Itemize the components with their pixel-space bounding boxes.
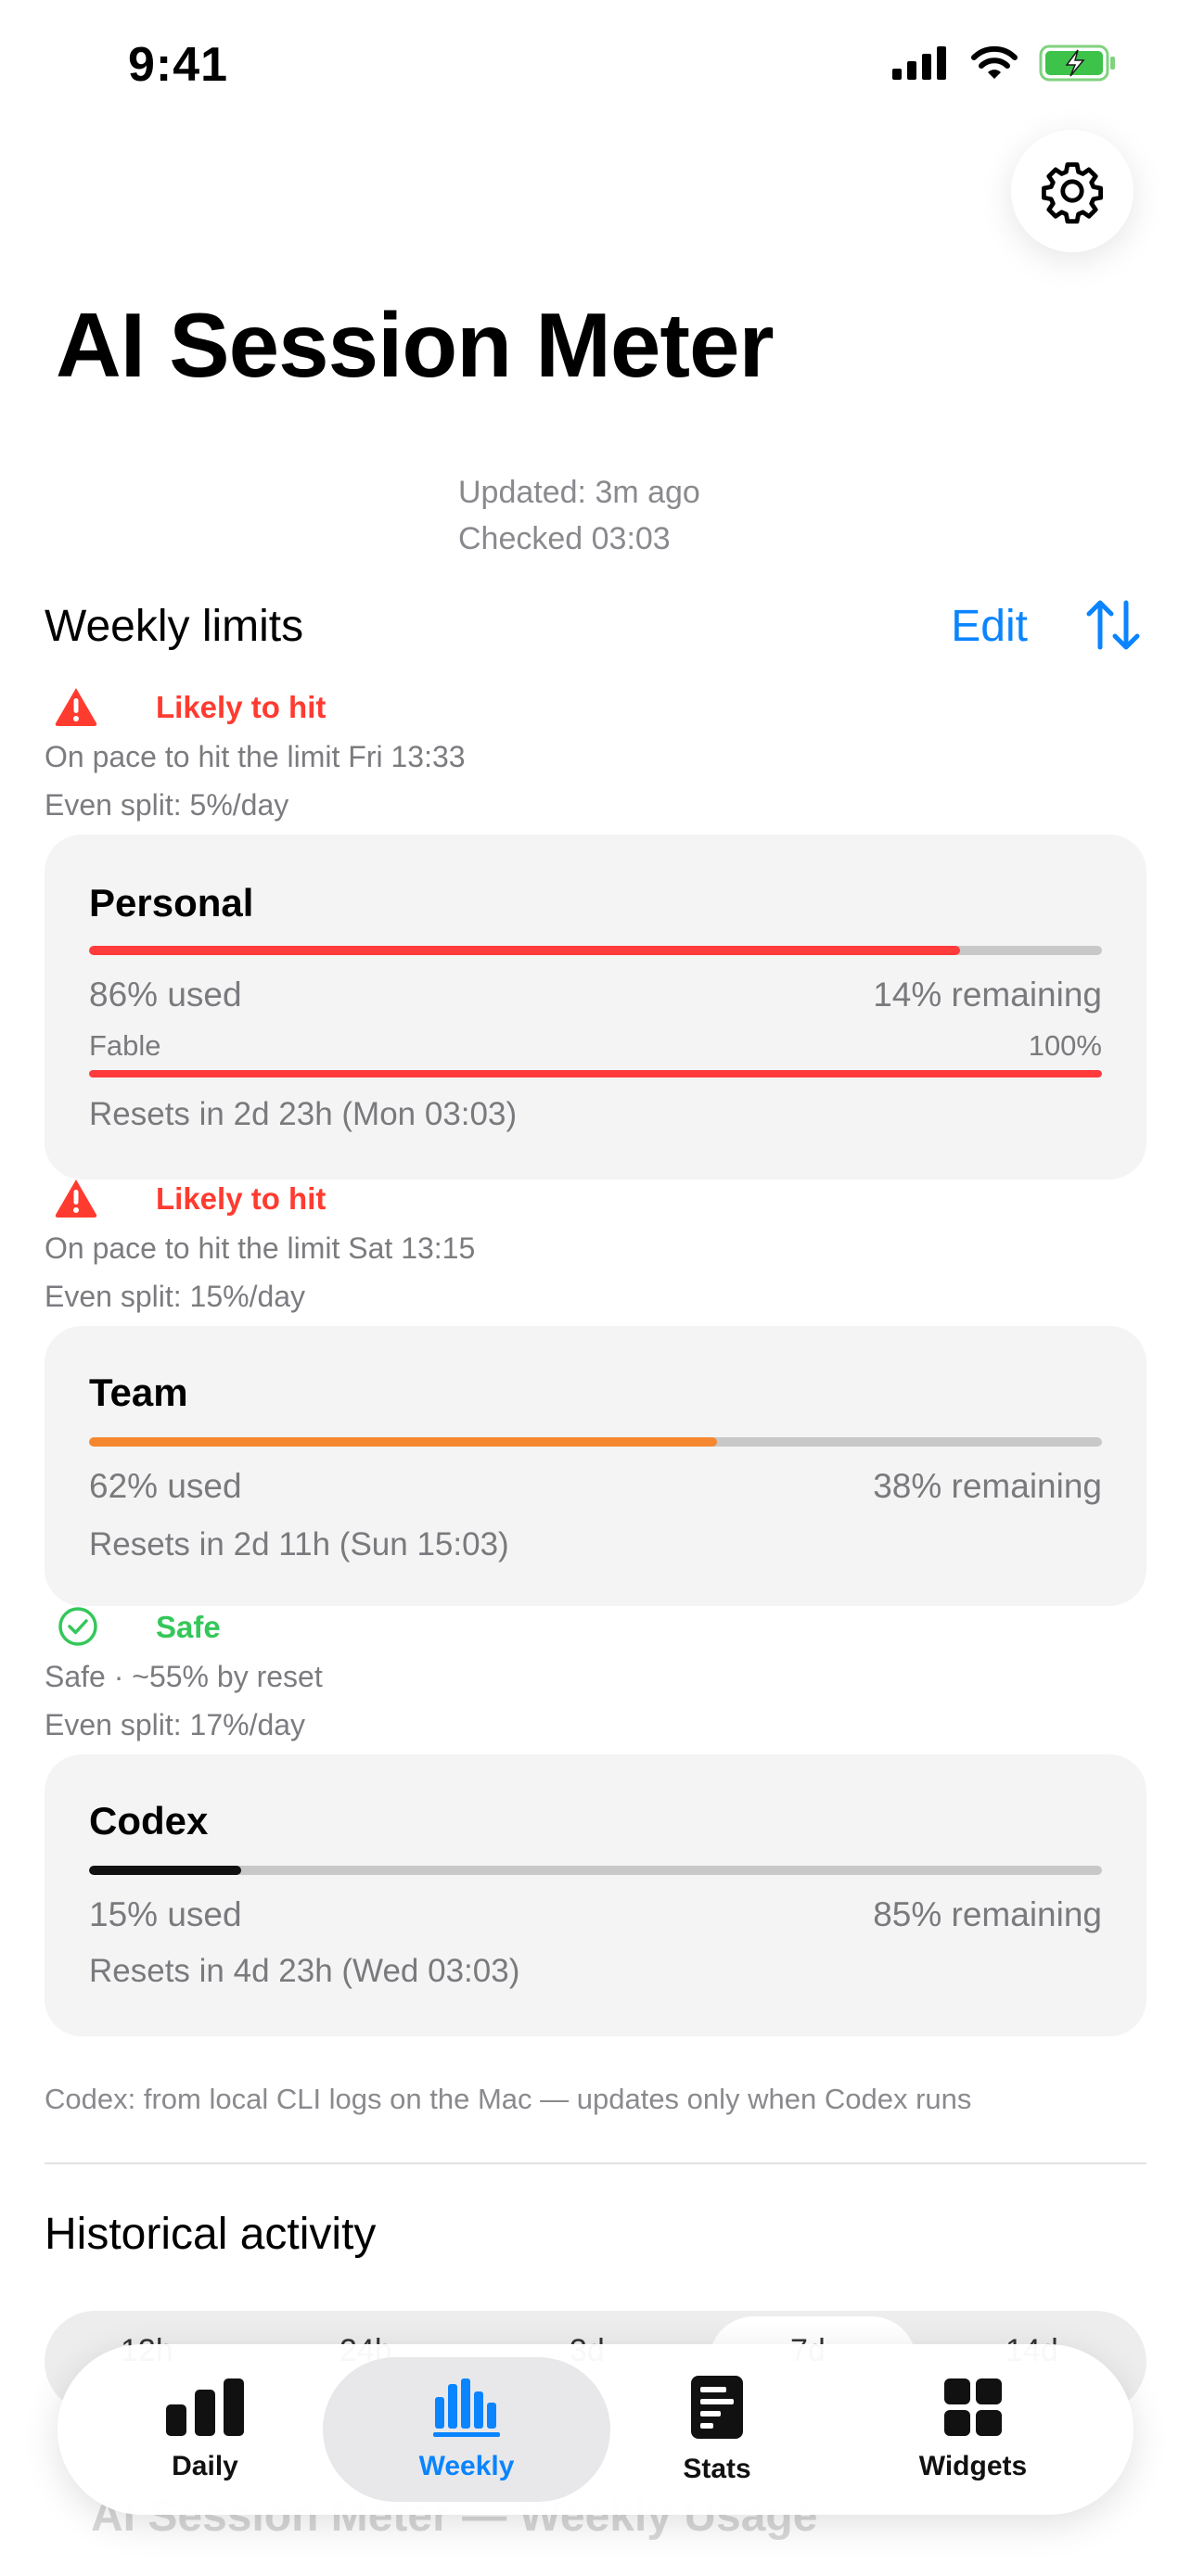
tab-label: Widgets — [918, 2451, 1028, 2481]
limit-status-team — [54, 1178, 98, 1218]
usage-bar — [89, 1866, 1102, 1875]
tab-daily[interactable]: Daily — [80, 2344, 330, 2515]
divider — [45, 2162, 1146, 2164]
usage-bar — [89, 946, 1102, 955]
cellular-signal-icon — [892, 46, 946, 80]
tab-widgets[interactable]: Widgets — [848, 2344, 1098, 2515]
sub-usage-bar-fill — [89, 1070, 1102, 1078]
remaining-label: 38% remaining — [873, 1467, 1102, 1505]
tab-bar: Daily Weekly Stats Widgets — [58, 2344, 1133, 2515]
even-split-personal: Even split: 5%/day — [45, 788, 289, 822]
historical-activity-title: Historical activity — [45, 2210, 377, 2259]
sub-model-label: Fable — [89, 1029, 161, 1062]
reset-text: Resets in 2d 23h (Mon 03:03) — [89, 1096, 518, 1132]
even-split-team: Even split: 15%/day — [45, 1280, 306, 1313]
remaining-label: 85% remaining — [873, 1895, 1102, 1933]
tab-stats[interactable]: Stats — [592, 2344, 842, 2515]
limit-status-codex — [58, 1606, 98, 1647]
card-title: Codex — [89, 1799, 209, 1843]
weekly-limits-title: Weekly limits — [45, 602, 304, 651]
limit-card-codex[interactable]: Codex 15% used 85% remaining Resets in 4… — [45, 1754, 1146, 2036]
battery-charging-icon — [1039, 45, 1115, 82]
remaining-label: 14% remaining — [873, 976, 1102, 1014]
pace-text-team: On pace to hit the limit Sat 13:15 — [45, 1231, 476, 1265]
pace-text-codex: Safe · ~55% by reset — [45, 1660, 323, 1693]
edit-button[interactable]: Edit — [951, 601, 1028, 652]
even-split-codex: Even split: 17%/day — [45, 1708, 306, 1741]
checked-text: Checked 03:03 — [458, 521, 671, 556]
status-label-team: Likely to hit — [156, 1181, 327, 1216]
weekly-bars-icon — [433, 2378, 500, 2437]
usage-bar-fill — [89, 1866, 241, 1875]
status-label-codex: Safe — [156, 1610, 221, 1644]
used-label: 62% used — [89, 1467, 242, 1505]
usage-bar — [89, 1437, 1102, 1447]
usage-bar-fill — [89, 1437, 718, 1447]
usage-bar-fill — [89, 946, 961, 955]
tab-weekly[interactable]: Weekly — [341, 2344, 592, 2515]
updated-text: Updated: 3m ago — [458, 475, 700, 510]
wifi-icon — [971, 45, 1018, 79]
card-title: Personal — [89, 881, 254, 925]
update-info: Updated: 3m ago Checked 03:03 — [458, 469, 700, 562]
limit-card-team[interactable]: Team 62% used 38% remaining Resets in 2d… — [45, 1326, 1146, 1606]
reset-text: Resets in 2d 11h (Sun 15:03) — [89, 1526, 509, 1562]
stats-doc-icon — [691, 2376, 743, 2439]
status-label-personal: Likely to hit — [156, 690, 327, 724]
tab-label: Daily — [172, 2451, 238, 2481]
settings-button[interactable] — [1011, 130, 1133, 252]
status-time: 9:41 — [128, 38, 229, 92]
limit-card-personal[interactable]: Personal 86% used 14% remaining Fable 10… — [45, 835, 1146, 1180]
limit-status-personal — [54, 686, 98, 727]
gear-icon — [1042, 162, 1103, 224]
codex-footnote: Codex: from local CLI logs on the Mac — … — [45, 2083, 972, 2115]
sort-arrows-icon[interactable] — [1083, 597, 1143, 653]
reset-text: Resets in 4d 23h (Wed 03:03) — [89, 1953, 520, 1989]
used-label: 86% used — [89, 976, 242, 1014]
sub-usage-bar — [89, 1070, 1102, 1078]
checkmark-circle-icon — [58, 1607, 97, 1646]
page-title: AI Session Meter — [56, 294, 775, 396]
warning-triangle-icon — [55, 688, 97, 726]
widgets-grid-icon — [944, 2378, 1002, 2436]
sub-model-percent: 100% — [1028, 1029, 1102, 1062]
tab-label: Stats — [683, 2454, 751, 2484]
tab-label: Weekly — [418, 2451, 515, 2481]
used-label: 15% used — [89, 1895, 242, 1933]
status-icons — [892, 45, 1117, 82]
pace-text-personal: On pace to hit the limit Fri 13:33 — [45, 740, 466, 773]
bar-chart-icon — [166, 2378, 244, 2436]
card-title: Team — [89, 1371, 188, 1414]
warning-triangle-icon — [55, 1180, 97, 1218]
